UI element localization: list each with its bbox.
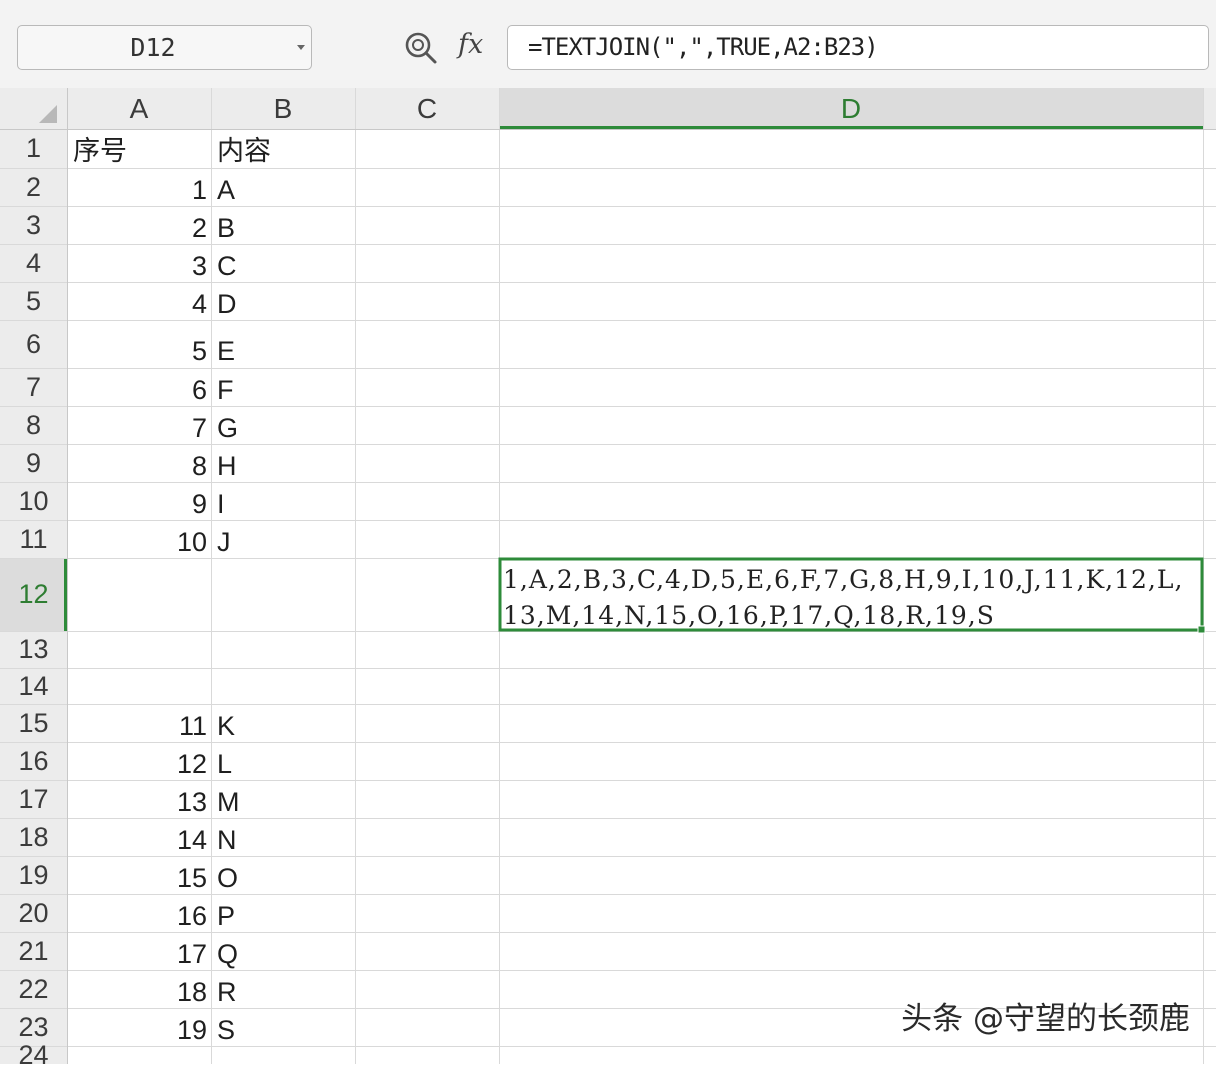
cell-a11[interactable]: 10 [67,520,207,558]
row-header-14[interactable]: 14 [0,668,67,704]
spreadsheet-grid: A B C D 1 2 3 4 5 6 7 8 9 10 11 12 13 14 15 16 17 18 19 20 21 22 2… [0,88,1216,1069]
row-header-4[interactable]: 4 [0,244,67,282]
cell-a19[interactable]: 15 [67,856,207,894]
row-header-11[interactable]: 11 [0,520,67,558]
cell-b23[interactable]: S [217,1008,235,1046]
cell-b4[interactable]: C [217,244,237,282]
cell-a16[interactable]: 12 [67,742,207,780]
row-header-3[interactable]: 3 [0,206,67,244]
row-header-7[interactable]: 7 [0,368,67,406]
cell-b19[interactable]: O [217,856,238,894]
cell-b2[interactable]: A [217,168,235,206]
cell-a2[interactable]: 1 [67,168,207,206]
row-header-1[interactable]: 1 [0,129,67,168]
cell-d12-value: 1,A,2,B,3,C,4,D,5,E,6,F,7,G,8,H,9,I,10,J… [503,565,1184,630]
row-header-16[interactable]: 16 [0,742,67,780]
cell-a20[interactable]: 16 [67,894,207,932]
formula-bar: D12 fx =TEXTJOIN(",",TRUE,A2:B23) [0,0,1216,89]
cell-b6[interactable]: E [217,320,235,368]
column-header-b[interactable]: B [211,88,355,129]
cell-b11[interactable]: J [217,520,231,558]
row-header-22[interactable]: 22 [0,970,67,1008]
cell-a5[interactable]: 4 [67,282,207,320]
cell-a7[interactable]: 6 [67,368,207,406]
cell-a21[interactable]: 17 [67,932,207,970]
cell-b22[interactable]: R [217,970,237,1008]
cell-b5[interactable]: D [217,282,237,320]
cell-a23[interactable]: 19 [67,1008,207,1046]
cell-a10[interactable]: 9 [67,482,207,520]
cell-b8[interactable]: G [217,406,238,444]
cell-a6[interactable]: 5 [67,320,207,368]
cell-a17[interactable]: 13 [67,780,207,818]
row-header-19[interactable]: 19 [0,856,67,894]
cell-b3[interactable]: B [217,206,235,244]
column-header-c[interactable]: C [355,88,499,129]
column-header-a[interactable]: A [67,88,211,129]
cell-b7[interactable]: F [217,368,234,406]
row-header-2[interactable]: 2 [0,168,67,206]
cell-a9[interactable]: 8 [67,444,207,482]
fill-handle [1197,625,1206,634]
row-header-5[interactable]: 5 [0,282,67,320]
cell-a1[interactable]: 序号 [73,129,127,168]
row-header-20[interactable]: 20 [0,894,67,932]
cell-a4[interactable]: 3 [67,244,207,282]
cell-a22[interactable]: 18 [67,970,207,1008]
watermark: 头条 @守望的长颈鹿 [901,1001,1190,1037]
row-header-10[interactable]: 10 [0,482,67,520]
cell-a15[interactable]: 11 [67,704,207,742]
row-header-21[interactable]: 21 [0,932,67,970]
name-box-value: D12 [130,33,176,62]
row-header-15[interactable]: 15 [0,704,67,742]
formula-input[interactable]: =TEXTJOIN(",",TRUE,A2:B23) [507,25,1209,70]
cell-b17[interactable]: M [217,780,240,818]
cell-b21[interactable]: Q [217,932,238,970]
row-header-12[interactable]: 12 [0,558,67,631]
column-header-d[interactable]: D [499,88,1203,129]
row-header-24[interactable]: 24 [0,1042,67,1069]
cell-b20[interactable]: P [217,894,235,932]
cell-b18[interactable]: N [217,818,237,856]
name-box[interactable]: D12 [17,25,312,70]
cell-a8[interactable]: 7 [67,406,207,444]
cell-b1[interactable]: 内容 [217,129,271,168]
cell-b15[interactable]: K [217,704,235,742]
zoom-icon[interactable] [403,30,439,66]
row-header-8[interactable]: 8 [0,406,67,444]
cell-a3[interactable]: 2 [67,206,207,244]
row-header-17[interactable]: 17 [0,780,67,818]
cell-b10[interactable]: I [217,482,225,520]
row-header-13[interactable]: 13 [0,631,67,668]
function-icon[interactable]: fx [458,29,483,60]
chevron-down-icon[interactable] [297,45,305,50]
cell-b16[interactable]: L [217,742,232,780]
cell-a18[interactable]: 14 [67,818,207,856]
row-header-18[interactable]: 18 [0,818,67,856]
row-header-9[interactable]: 9 [0,444,67,482]
cell-b9[interactable]: H [217,444,237,482]
row-header-6[interactable]: 6 [0,320,67,368]
